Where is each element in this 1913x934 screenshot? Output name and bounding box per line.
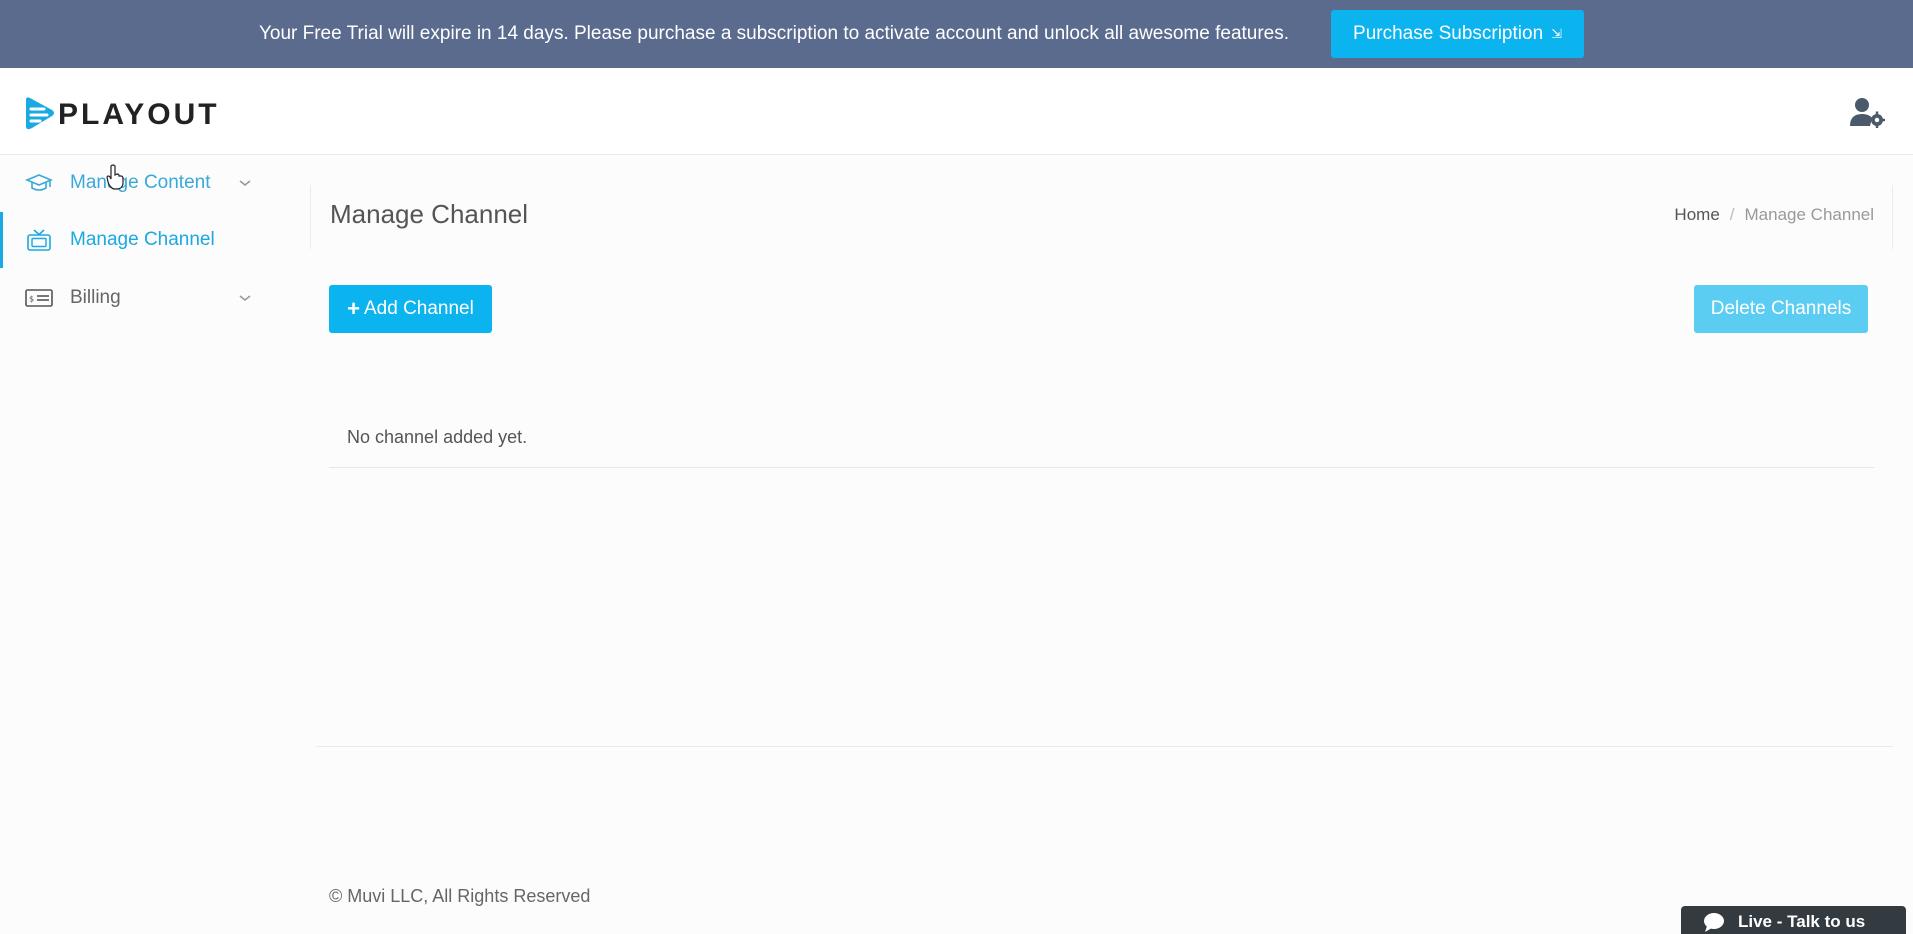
logo-text: PLAYOUT — [58, 98, 220, 131]
sidebar-item-billing[interactable]: $ Billing — [0, 270, 282, 326]
breadcrumb: Home / Manage Channel — [1674, 205, 1874, 225]
trial-banner: Your Free Trial will expire in 14 days. … — [0, 0, 1913, 68]
live-chat-label: Live - Talk to us — [1738, 912, 1866, 931]
sidebar-item-label: Manage Content — [70, 172, 211, 193]
billing-card-icon: $ — [25, 289, 53, 307]
external-link-icon: ⇲ — [1551, 26, 1563, 41]
chevron-down-icon — [239, 295, 251, 302]
purchase-subscription-button[interactable]: Purchase Subscription ⇲ — [1331, 10, 1585, 58]
chevron-down-icon — [239, 180, 251, 187]
breadcrumb-separator: / — [1729, 205, 1735, 224]
sidebar-item-manage-channel[interactable]: Manage Channel — [0, 212, 282, 268]
playout-logo-icon — [26, 97, 54, 130]
trial-message: Your Free Trial will expire in 14 days. … — [258, 23, 1290, 44]
sidebar-item-label: Billing — [70, 287, 121, 308]
plus-icon: + — [347, 296, 360, 321]
page-header: Manage Channel Home / Manage Channel — [310, 185, 1893, 249]
content-divider — [316, 746, 1893, 747]
svg-text:$: $ — [29, 295, 34, 304]
sidebar: Manage Content Manage Channel $ Billing — [0, 155, 282, 934]
user-settings-icon[interactable] — [1849, 96, 1885, 128]
sidebar-item-manage-content[interactable]: Manage Content — [0, 155, 282, 211]
purchase-subscription-label: Purchase Subscription — [1353, 23, 1544, 44]
logo[interactable]: PLAYOUT — [22, 96, 220, 134]
channel-list-empty: No channel added yet. — [329, 420, 1874, 468]
app-header: PLAYOUT — [0, 68, 1913, 155]
breadcrumb-current: Manage Channel — [1744, 205, 1874, 224]
hand-cursor-icon — [106, 164, 124, 190]
footer-copyright: © Muvi LLC, All Rights Reserved — [329, 886, 591, 906]
add-channel-button[interactable]: + Add Channel — [329, 285, 492, 333]
empty-message: No channel added yet. — [347, 427, 528, 447]
breadcrumb-home-link[interactable]: Home — [1674, 205, 1719, 225]
chat-bubble-icon — [1704, 913, 1724, 932]
add-channel-label: Add Channel — [363, 298, 474, 319]
graduation-cap-icon — [25, 174, 53, 191]
delete-channels-button[interactable]: Delete Channels — [1694, 285, 1868, 333]
page-title: Manage Channel — [330, 199, 529, 229]
live-chat-widget[interactable]: Live - Talk to us — [1681, 906, 1906, 934]
sidebar-item-label: Manage Channel — [70, 229, 215, 250]
tv-icon — [27, 229, 51, 251]
